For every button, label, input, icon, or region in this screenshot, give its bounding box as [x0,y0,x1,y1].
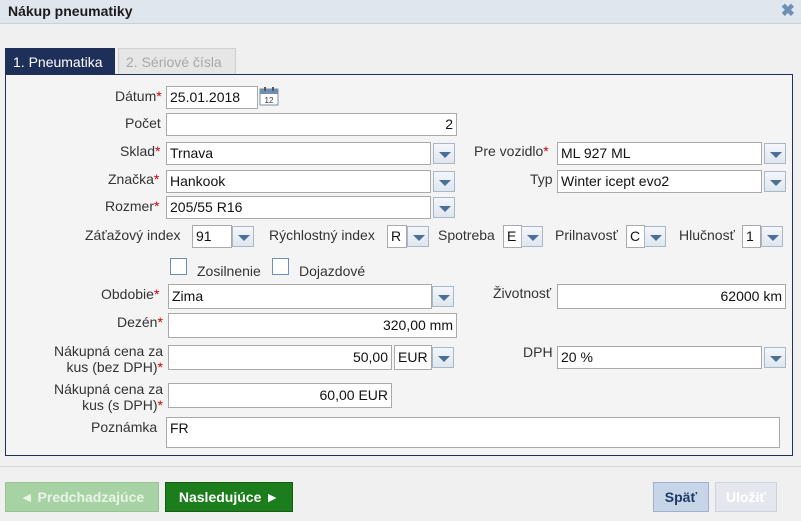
zivotnost-input[interactable]: 62000 km [557,284,786,309]
rozmer-select[interactable]: 205/55 R16 [166,196,431,219]
prilnavost-label: Prilnavosť [555,227,618,243]
zatazovy-index-dropdown-icon[interactable] [232,226,254,247]
back-button[interactable]: Späť [653,482,709,512]
spotreba-select[interactable]: E [503,225,522,248]
dezen-input[interactable]: 320,00 mm [168,313,457,338]
hlucnost-select[interactable]: 1 [742,225,761,248]
obdobie-label: Obdobie* [101,286,160,302]
datum-input[interactable]: 25.01.2018 [166,86,258,109]
close-icon[interactable]: ✖ [781,1,795,21]
pre-vozidlo-dropdown-icon[interactable] [764,143,786,164]
dph-select[interactable]: 20 % [557,346,762,369]
hlucnost-dropdown-icon[interactable] [761,226,783,247]
pre-vozidlo-label: Pre vozidlo* [474,143,549,159]
dph-label: DPH [523,344,553,360]
dojazdove-checkbox[interactable] [272,258,289,275]
sklad-select[interactable]: Trnava [166,142,431,165]
typ-select[interactable]: Winter icept evo2 [557,170,762,193]
save-button[interactable]: Uložiť [715,482,777,512]
zivotnost-label: Životnosť [493,285,552,301]
prilnavost-select[interactable]: C [626,225,645,248]
poznamka-label: Poznámka [91,419,158,435]
spotreba-label: Spotreba [438,227,495,243]
cena-s-dph-label: Nákupná cena za kus (s DPH)* [54,381,163,413]
rozmer-label: Rozmer* [105,198,160,214]
cena-bez-dph-label: Nákupná cena za kus (bez DPH)* [54,343,163,375]
calendar-day: 12 [265,96,274,105]
dph-dropdown-icon[interactable] [764,347,786,368]
currency-select[interactable]: EUR [394,345,432,370]
zosilnenie-label: Zosilnenie [197,263,261,279]
zosilnenie-checkbox[interactable] [170,258,187,275]
typ-label: Typ [530,171,553,187]
datum-label: Dátum* [115,88,162,104]
currency-dropdown-icon[interactable] [432,347,454,368]
sklad-label: Sklad* [120,143,161,159]
hlucnost-label: Hlučnosť [679,227,735,243]
znacka-select[interactable]: Hankook [166,170,431,193]
obdobie-dropdown-icon[interactable] [432,286,454,307]
typ-dropdown-icon[interactable] [764,171,786,192]
prilnavost-dropdown-icon[interactable] [644,226,666,247]
sklad-dropdown-icon[interactable] [433,143,455,164]
next-button[interactable]: Nasledujúce ► [165,482,293,512]
rozmer-dropdown-icon[interactable] [433,197,455,218]
previous-button[interactable]: ◄ Predchadzajúce [5,482,159,512]
pocet-label: Počet [125,115,161,131]
rychlostny-index-dropdown-icon[interactable] [407,226,429,247]
rychlostny-index-select[interactable]: R [387,225,407,248]
window-title: Nákup pneumatiky [8,3,133,19]
rychlostny-index-label: Rýchlostný index [269,227,375,243]
poznamka-textarea[interactable]: FR [166,417,780,448]
title-bar: Nákup pneumatiky ✖ [0,0,801,24]
znacka-label: Značka* [108,171,160,187]
pocet-input[interactable]: 2 [166,113,457,136]
zatazovy-index-select[interactable]: 91 [192,225,232,248]
spotreba-dropdown-icon[interactable] [521,226,543,247]
cena-s-dph-input[interactable]: 60,00 EUR [168,383,392,408]
cena-bez-dph-input[interactable]: 50,00 [168,345,392,370]
dezen-label: Dezén* [117,314,163,330]
znacka-dropdown-icon[interactable] [433,171,455,192]
obdobie-select[interactable]: Zima [168,284,432,309]
dojazdove-label: Dojazdové [299,263,366,279]
tab-pneumatika[interactable]: 1. Pneumatika [5,48,115,74]
footer-separator [0,466,801,467]
tab-seriove-cisla[interactable]: 2. Sériové čísla [118,48,236,74]
calendar-icon[interactable]: 12 [259,86,279,106]
zatazovy-index-label: Záťažový index [85,227,181,243]
pre-vozidlo-select[interactable]: ML 927 ML [557,142,762,165]
